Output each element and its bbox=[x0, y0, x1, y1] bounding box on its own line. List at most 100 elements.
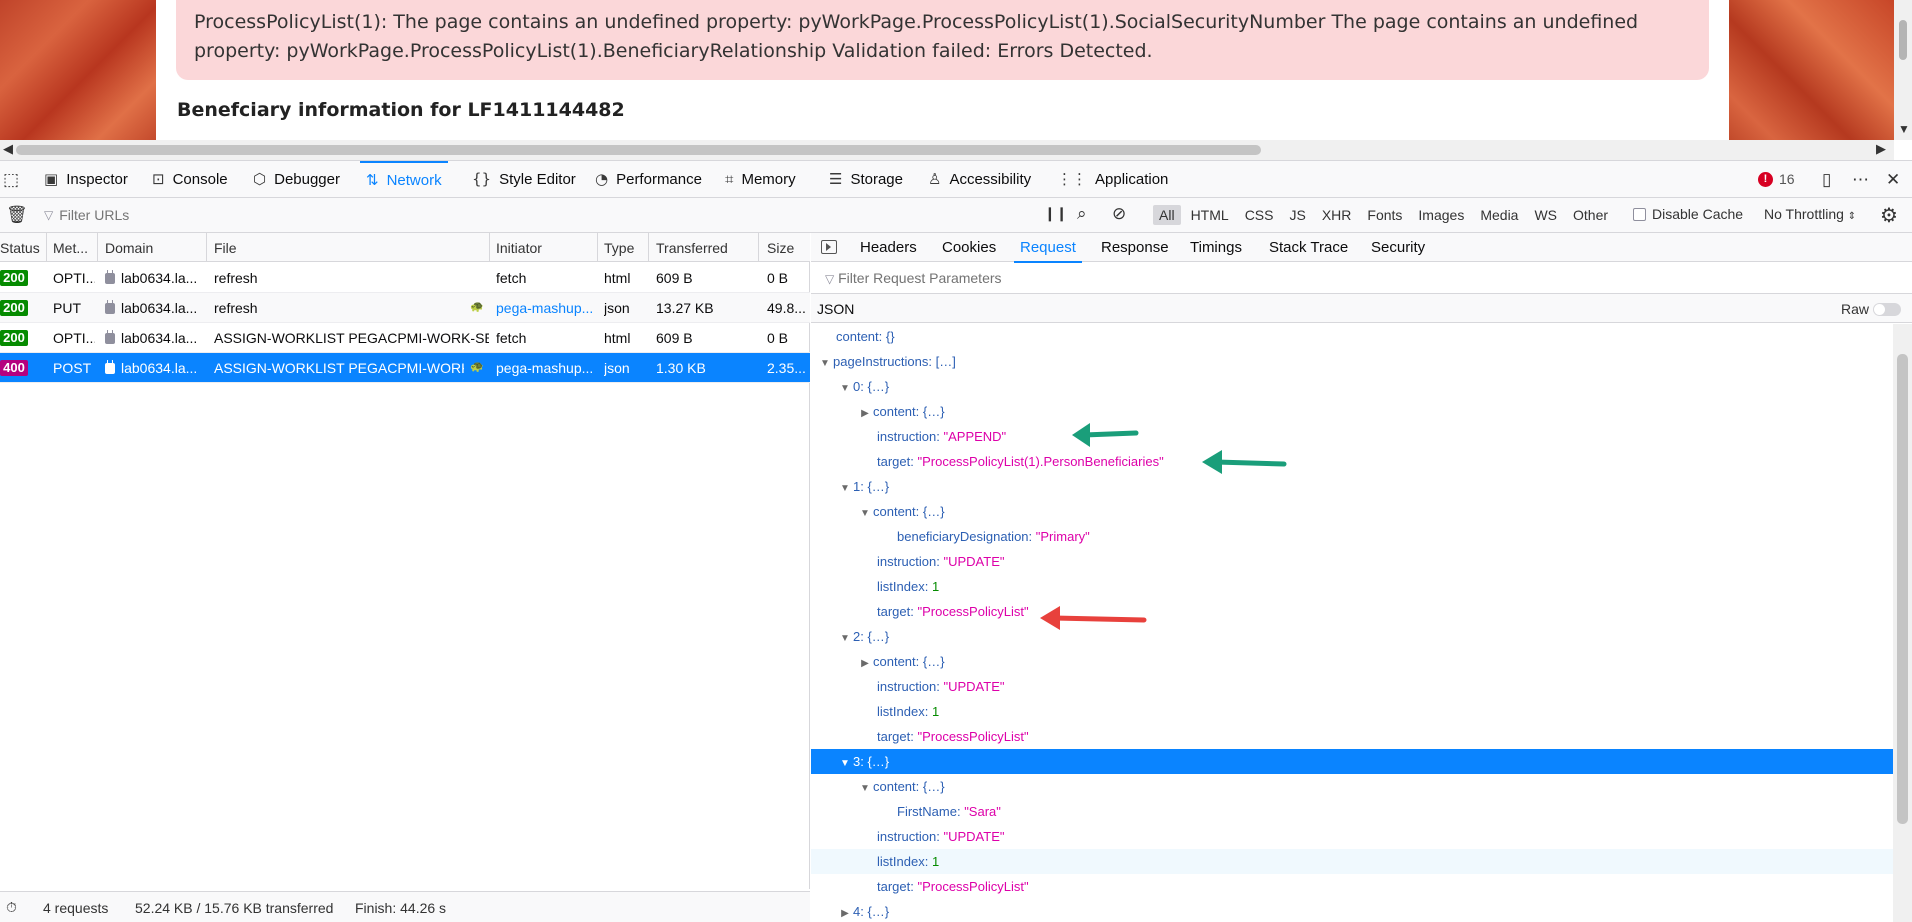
page-vertical-scrollbar[interactable]: ▼ bbox=[1894, 0, 1912, 140]
disable-cache-checkbox[interactable]: Disable Cache bbox=[1633, 206, 1743, 222]
expanded-chevron-icon[interactable]: ▼ bbox=[837, 376, 853, 401]
expanded-chevron-icon[interactable]: ▼ bbox=[857, 776, 873, 801]
filter-images-button[interactable]: Images bbox=[1412, 205, 1470, 225]
tab-storage[interactable]: ☰ Storage bbox=[823, 161, 909, 198]
column-status[interactable]: Status bbox=[0, 240, 40, 256]
tab-response[interactable]: Response bbox=[1101, 239, 1169, 256]
column-type[interactable]: Type bbox=[604, 240, 634, 256]
trash-icon[interactable]: 🗑 bbox=[6, 205, 28, 225]
scroll-thumb[interactable] bbox=[1897, 354, 1908, 824]
column-transferred[interactable]: Transferred bbox=[656, 240, 728, 256]
json-row[interactable]: instruction: "UPDATE" bbox=[811, 674, 1893, 699]
json-row[interactable]: ▼ pageInstructions: […] bbox=[811, 349, 1893, 374]
expanded-chevron-icon[interactable]: ▼ bbox=[837, 476, 853, 501]
filter-urls-field[interactable]: ▽ bbox=[44, 205, 1029, 225]
json-row[interactable]: FirstName: "Sara" bbox=[811, 799, 1893, 824]
json-row[interactable]: ▼ 2: {…} bbox=[811, 624, 1893, 649]
filter-other-button[interactable]: Other bbox=[1567, 205, 1614, 225]
filter-js-button[interactable]: JS bbox=[1283, 205, 1311, 225]
tab-inspector[interactable]: ▣ Inspector bbox=[38, 161, 134, 198]
collapsed-chevron-icon[interactable]: ▶ bbox=[837, 901, 853, 922]
collapsed-chevron-icon[interactable]: ▶ bbox=[857, 651, 873, 676]
filter-urls-input[interactable] bbox=[59, 207, 960, 223]
json-row[interactable]: instruction: "UPDATE" bbox=[811, 549, 1893, 574]
filter-xhr-button[interactable]: XHR bbox=[1316, 205, 1358, 225]
json-row[interactable]: ▼ 0: {…} bbox=[811, 374, 1893, 399]
json-row[interactable]: ▼ 1: {…} bbox=[811, 474, 1893, 499]
expanded-chevron-icon[interactable]: ▼ bbox=[817, 351, 833, 376]
column-size[interactable]: Size bbox=[767, 240, 794, 256]
json-row[interactable]: instruction: "APPEND" bbox=[811, 424, 1893, 449]
json-row[interactable]: ▶ content: {…} bbox=[811, 649, 1893, 674]
scroll-thumb[interactable] bbox=[16, 145, 1261, 155]
tab-memory[interactable]: ⌗ Memory bbox=[719, 161, 802, 198]
json-row[interactable]: ▶ 4: {…} bbox=[811, 899, 1893, 922]
tab-headers[interactable]: Headers bbox=[860, 239, 917, 256]
json-row[interactable]: beneficiaryDesignation: "Primary" bbox=[811, 524, 1893, 549]
expanded-chevron-icon[interactable]: ▼ bbox=[837, 751, 853, 776]
filter-css-button[interactable]: CSS bbox=[1239, 205, 1280, 225]
filter-all-button[interactable]: All bbox=[1153, 205, 1181, 225]
tab-style-editor[interactable]: {} Style Editor bbox=[466, 161, 582, 198]
pause-icon[interactable]: ❙❙ bbox=[1044, 205, 1067, 222]
scroll-thumb[interactable] bbox=[1899, 20, 1907, 60]
filter-fonts-button[interactable]: Fonts bbox=[1361, 205, 1408, 225]
tab-performance[interactable]: ◔ Performance bbox=[589, 161, 708, 198]
request-row[interactable]: 200 OPTI... lab0634.la... ASSIGN-WORKLIS… bbox=[0, 323, 810, 353]
json-row[interactable]: target: "ProcessPolicyList(1).PersonBene… bbox=[811, 449, 1893, 474]
column-initiator[interactable]: Initiator bbox=[496, 240, 542, 256]
filter-media-button[interactable]: Media bbox=[1474, 205, 1524, 225]
json-row[interactable]: listIndex: 1 bbox=[811, 574, 1893, 599]
filter-html-button[interactable]: HTML bbox=[1185, 205, 1235, 225]
tab-debugger[interactable]: ⬡ Debugger bbox=[247, 161, 346, 198]
request-row[interactable]: 200 OPTI... lab0634.la... refresh fetch … bbox=[0, 263, 810, 293]
filter-ws-button[interactable]: WS bbox=[1528, 205, 1563, 225]
scroll-right-icon[interactable]: ▶ bbox=[1876, 141, 1886, 157]
more-options-icon[interactable]: ⋯ bbox=[1852, 170, 1869, 190]
search-icon[interactable]: ⌕ bbox=[1077, 204, 1087, 224]
column-domain[interactable]: Domain bbox=[105, 240, 153, 256]
json-row[interactable]: target: "ProcessPolicyList" bbox=[811, 599, 1893, 624]
json-row[interactable]: content: {} bbox=[811, 324, 1893, 349]
json-row[interactable]: listIndex: 1 bbox=[811, 849, 1893, 874]
json-row[interactable]: ▼ content: {…} bbox=[811, 774, 1893, 799]
tab-security[interactable]: Security bbox=[1371, 239, 1425, 256]
json-row-selected[interactable]: ▼ 3: {…} bbox=[811, 749, 1893, 774]
scroll-down-icon[interactable]: ▼ bbox=[1898, 122, 1910, 136]
tab-cookies[interactable]: Cookies bbox=[942, 239, 996, 256]
json-row[interactable]: listIndex: 1 bbox=[811, 699, 1893, 724]
dock-side-icon[interactable]: ▯ bbox=[1822, 170, 1831, 190]
tab-application[interactable]: ⋮⋮ Application bbox=[1051, 161, 1174, 198]
toggle-panel-icon[interactable] bbox=[821, 240, 837, 254]
json-row[interactable]: ▼ content: {…} bbox=[811, 499, 1893, 524]
throttling-select[interactable]: No Throttling ⇕ bbox=[1764, 206, 1856, 222]
column-file[interactable]: File bbox=[214, 240, 237, 256]
block-icon[interactable]: ⊘ bbox=[1112, 204, 1126, 224]
json-row[interactable]: instruction: "UPDATE" bbox=[811, 824, 1893, 849]
gear-icon[interactable]: ⚙ bbox=[1880, 203, 1898, 228]
tab-console[interactable]: ⊡ Console bbox=[146, 161, 234, 198]
json-scrollbar[interactable] bbox=[1893, 324, 1912, 922]
checkbox-icon[interactable] bbox=[1633, 207, 1646, 221]
tab-network[interactable]: ⇅ Network bbox=[360, 161, 448, 198]
request-initiator[interactable]: pega-mashup... bbox=[496, 300, 596, 316]
request-row-selected[interactable]: 400 POST lab0634.la... ASSIGN-WORKLIST P… bbox=[0, 353, 810, 383]
filter-params-field[interactable]: ▽ Filter Request Parameters bbox=[811, 262, 1912, 294]
collapsed-chevron-icon[interactable]: ▶ bbox=[857, 401, 873, 426]
tab-request[interactable]: Request bbox=[1014, 239, 1082, 263]
scroll-left-icon[interactable]: ◀ bbox=[3, 141, 13, 157]
request-row[interactable]: 200 PUT lab0634.la... refresh 🐢 pega-mas… bbox=[0, 293, 810, 323]
tab-timings[interactable]: Timings bbox=[1190, 239, 1242, 256]
json-row[interactable]: target: "ProcessPolicyList" bbox=[811, 724, 1893, 749]
page-horizontal-scrollbar[interactable]: ◀ ▶ bbox=[0, 140, 1894, 160]
expanded-chevron-icon[interactable]: ▼ bbox=[857, 501, 873, 526]
expanded-chevron-icon[interactable]: ▼ bbox=[837, 626, 853, 651]
column-method[interactable]: Met... bbox=[53, 240, 88, 256]
element-picker-icon[interactable]: ⬚ bbox=[3, 170, 19, 190]
error-count-badge[interactable]: ! 16 bbox=[1758, 171, 1795, 187]
json-row[interactable]: target: "ProcessPolicyList" bbox=[811, 874, 1893, 899]
raw-toggle[interactable] bbox=[1873, 303, 1901, 316]
request-initiator[interactable]: pega-mashup... bbox=[496, 360, 596, 376]
close-icon[interactable]: ✕ bbox=[1886, 170, 1900, 190]
tab-stack-trace[interactable]: Stack Trace bbox=[1269, 239, 1348, 256]
